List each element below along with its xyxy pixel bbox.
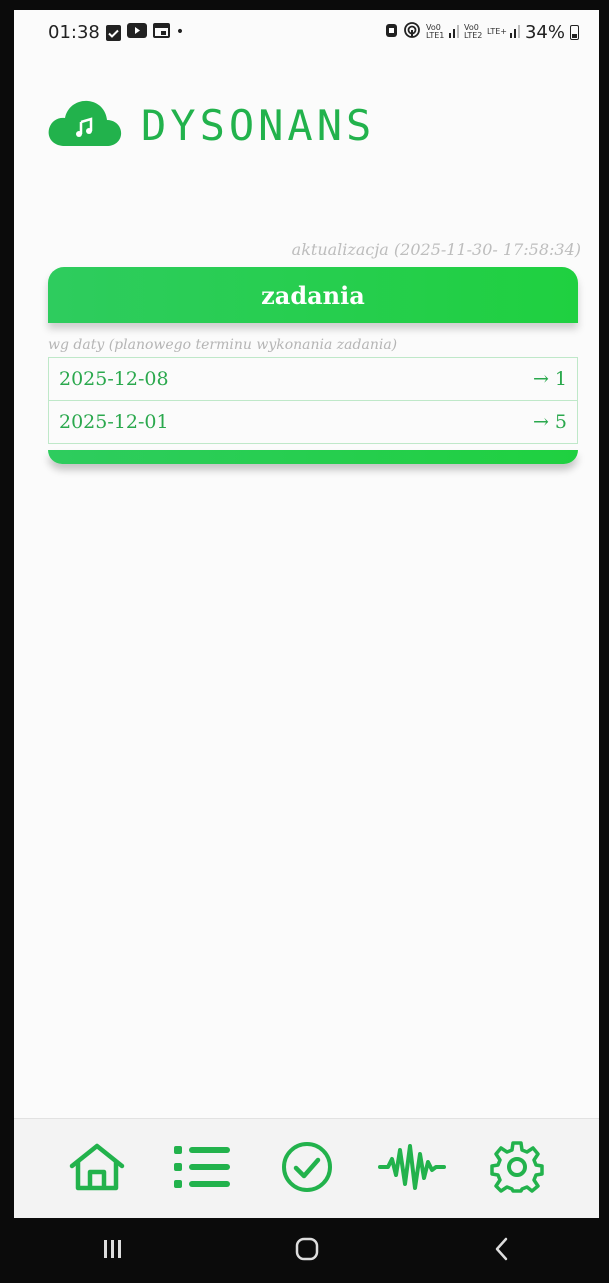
- nav-home-button[interactable]: [65, 1137, 129, 1201]
- check-circle-icon: [280, 1140, 334, 1198]
- task-date: 2025-12-01: [59, 411, 169, 433]
- gear-icon: [489, 1140, 544, 1198]
- task-count: → 5: [532, 411, 567, 433]
- status-bar: 01:38 • Vo0 LTE1 Vo0 LTE2 LTE+ 34%: [14, 10, 599, 54]
- brand-name: DYSONANS: [141, 100, 376, 150]
- chevron-left-icon: [492, 1236, 512, 1266]
- tasks-card-footer: [48, 450, 578, 464]
- tasks-card: zadania wg daty (planowego terminu wykon…: [48, 267, 578, 470]
- battery-icon: [570, 24, 579, 40]
- lock-icon: [385, 22, 398, 43]
- battery-percent: 34%: [524, 21, 565, 43]
- dot-icon: •: [175, 24, 185, 40]
- app-logo: DYSONANS: [47, 98, 375, 152]
- check-notification-icon: [105, 24, 121, 41]
- tasks-card-title: zadania: [261, 280, 365, 310]
- list-icon: [172, 1143, 232, 1195]
- nav-audio-button[interactable]: [377, 1137, 446, 1201]
- task-count: → 1: [532, 368, 567, 390]
- tasks-date-list: 2025-12-08 → 1 2025-12-01 → 5: [48, 357, 578, 444]
- task-date-row[interactable]: 2025-12-08 → 1: [49, 358, 577, 401]
- network-label-2: Vo0 LTE2: [463, 23, 483, 40]
- window-notification-icon: [152, 22, 170, 43]
- bottom-navigation: [14, 1118, 599, 1218]
- recents-button[interactable]: [82, 1231, 142, 1271]
- nav-list-button[interactable]: [170, 1137, 234, 1201]
- network-label-1: Vo0 LTE1: [425, 23, 445, 40]
- home-system-button[interactable]: [277, 1231, 337, 1271]
- tasks-card-subtitle: wg daty (planowego terminu wykonania zad…: [48, 337, 398, 353]
- nav-settings-button[interactable]: [485, 1137, 549, 1201]
- hotspot-icon: [403, 21, 421, 43]
- task-date-row[interactable]: 2025-12-01 → 5: [49, 401, 577, 443]
- signal-icon-1: [448, 22, 459, 43]
- system-navigation-bar: [14, 1218, 599, 1283]
- waveform-icon: [377, 1142, 446, 1196]
- recents-icon: [101, 1238, 123, 1264]
- home-icon: [68, 1142, 126, 1196]
- tasks-card-header[interactable]: zadania: [48, 267, 578, 323]
- lte-plus-label: LTE+: [486, 27, 507, 36]
- youtube-notification-icon: [126, 22, 147, 43]
- back-button[interactable]: [472, 1231, 532, 1271]
- clock: 01:38: [48, 21, 100, 43]
- home-outline-icon: [294, 1236, 320, 1266]
- nav-tasks-button[interactable]: [275, 1137, 339, 1201]
- app-screen: 01:38 • Vo0 LTE1 Vo0 LTE2 LTE+ 34% DYSON…: [14, 10, 599, 1218]
- last-update-text: aktualizacja (2025-11-30- 17:58:34): [291, 240, 581, 259]
- signal-icon-2: [509, 22, 520, 43]
- task-date: 2025-12-08: [59, 368, 169, 390]
- cloud-music-icon: [47, 98, 123, 152]
